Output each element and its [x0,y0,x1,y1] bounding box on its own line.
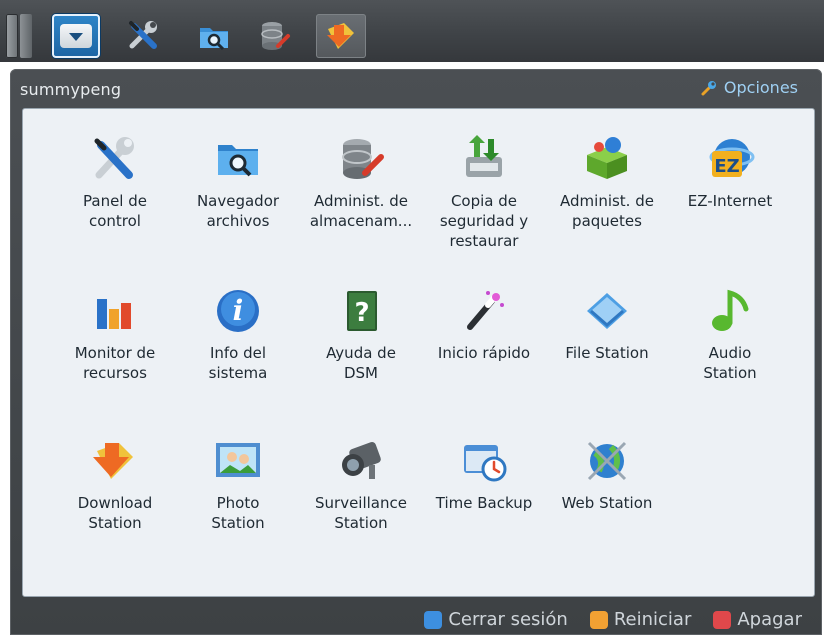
app-control-panel[interactable]: Panel de control [60,133,170,231]
app-file-station[interactable]: File Station [552,285,662,363]
app-label: Download Station [77,494,153,532]
svg-text:?: ? [354,298,369,328]
taskbar-grip[interactable] [6,14,32,58]
music-note-icon [712,289,749,331]
shutdown-button[interactable]: Apagar [713,609,802,630]
session-controls: Cerrar sesión Reiniciar Apagar [424,604,824,635]
app-label: Ayuda de DSM [326,344,396,382]
time-backup-icon [464,445,507,482]
svg-text:i: i [233,294,244,327]
info-icon: i [217,290,259,332]
taskbar [0,0,824,62]
package-icon [587,137,627,179]
wrench-icon [701,80,716,95]
app-label: Administ. de paquetes [560,192,654,230]
app-download-station[interactable]: Download Station [60,435,170,533]
ez-internet-icon: EZ [709,139,755,177]
restart-label: Reiniciar [613,609,692,630]
shutdown-icon [713,610,732,629]
app-label: EZ-Internet [687,192,773,210]
folder-search-icon [218,145,258,177]
app-label: Inicio rápido [437,344,531,362]
app-label: Copia de seguridad y restaurar [439,192,529,250]
database-icon [261,22,290,50]
restart-button[interactable]: Reiniciar [589,609,692,630]
logout-button[interactable]: Cerrar sesión [424,609,568,630]
restart-icon [589,610,608,629]
app-photo-station[interactable]: Photo Station [183,435,293,533]
app-label: Photo Station [211,494,265,532]
app-grid: Panel de control Navegador archivos Admi… [22,108,815,597]
main-menu-button[interactable] [52,14,100,58]
app-package-manager[interactable]: Administ. de paquetes [552,133,662,231]
app-time-backup[interactable]: Time Backup [429,435,539,513]
photo-icon [216,443,260,477]
download-arrow-icon [93,443,133,479]
app-label: Administ. de almacenam... [309,192,413,230]
app-label: File Station [565,344,649,362]
control-panel-icon [94,137,134,179]
web-globe-icon [587,441,627,481]
app-quick-start[interactable]: Inicio rápido [429,285,539,363]
storage-icon [342,139,384,179]
app-web-station[interactable]: Web Station [552,435,662,513]
help-book-icon: ? [347,291,377,331]
app-resource-monitor[interactable]: Monitor de recursos [60,285,170,383]
logout-label: Cerrar sesión [448,609,568,630]
app-label: Surveillance Station [315,494,407,532]
app-file-browser[interactable]: Navegador archivos [183,133,293,231]
app-label: Audio Station [703,344,757,382]
app-label: Monitor de recursos [74,344,156,382]
app-label: Web Station [561,494,653,512]
user-name: summypeng [20,80,122,99]
options-label: Opciones [723,78,798,97]
options-button[interactable]: Opciones [700,78,798,97]
control-panel-button[interactable] [122,14,166,58]
camera-icon [342,442,381,479]
file-browser-button[interactable] [192,14,236,58]
app-backup-restore[interactable]: Copia de seguridad y restaurar [429,133,539,251]
app-surveillance-station[interactable]: Surveillance Station [306,435,416,533]
download-arrow-icon [327,23,354,49]
app-dsm-help[interactable]: ? Ayuda de DSM [306,285,416,383]
file-station-icon [587,293,627,329]
app-audio-station[interactable]: Audio Station [675,285,785,383]
app-storage-manager[interactable]: Administ. de almacenam... [306,133,416,231]
storage-manager-button[interactable] [252,14,296,58]
resource-monitor-icon [97,299,131,329]
wrench-screwdriver-icon [129,21,157,49]
app-system-info[interactable]: i Info del sistema [183,285,293,383]
app-label: Info del sistema [208,344,268,382]
app-ez-internet[interactable]: EZ EZ-Internet [675,133,785,211]
magic-wand-icon [467,291,504,330]
app-label: Time Backup [435,494,533,512]
app-label: Panel de control [83,192,147,230]
folder-search-icon [200,28,228,51]
app-label: Navegador archivos [196,192,280,230]
chevron-down-icon [60,24,92,48]
shutdown-label: Apagar [737,609,802,630]
logout-icon [424,610,443,629]
download-station-taskbar-button[interactable] [316,14,366,58]
svg-text:EZ: EZ [714,156,739,177]
backup-restore-icon [466,135,502,177]
